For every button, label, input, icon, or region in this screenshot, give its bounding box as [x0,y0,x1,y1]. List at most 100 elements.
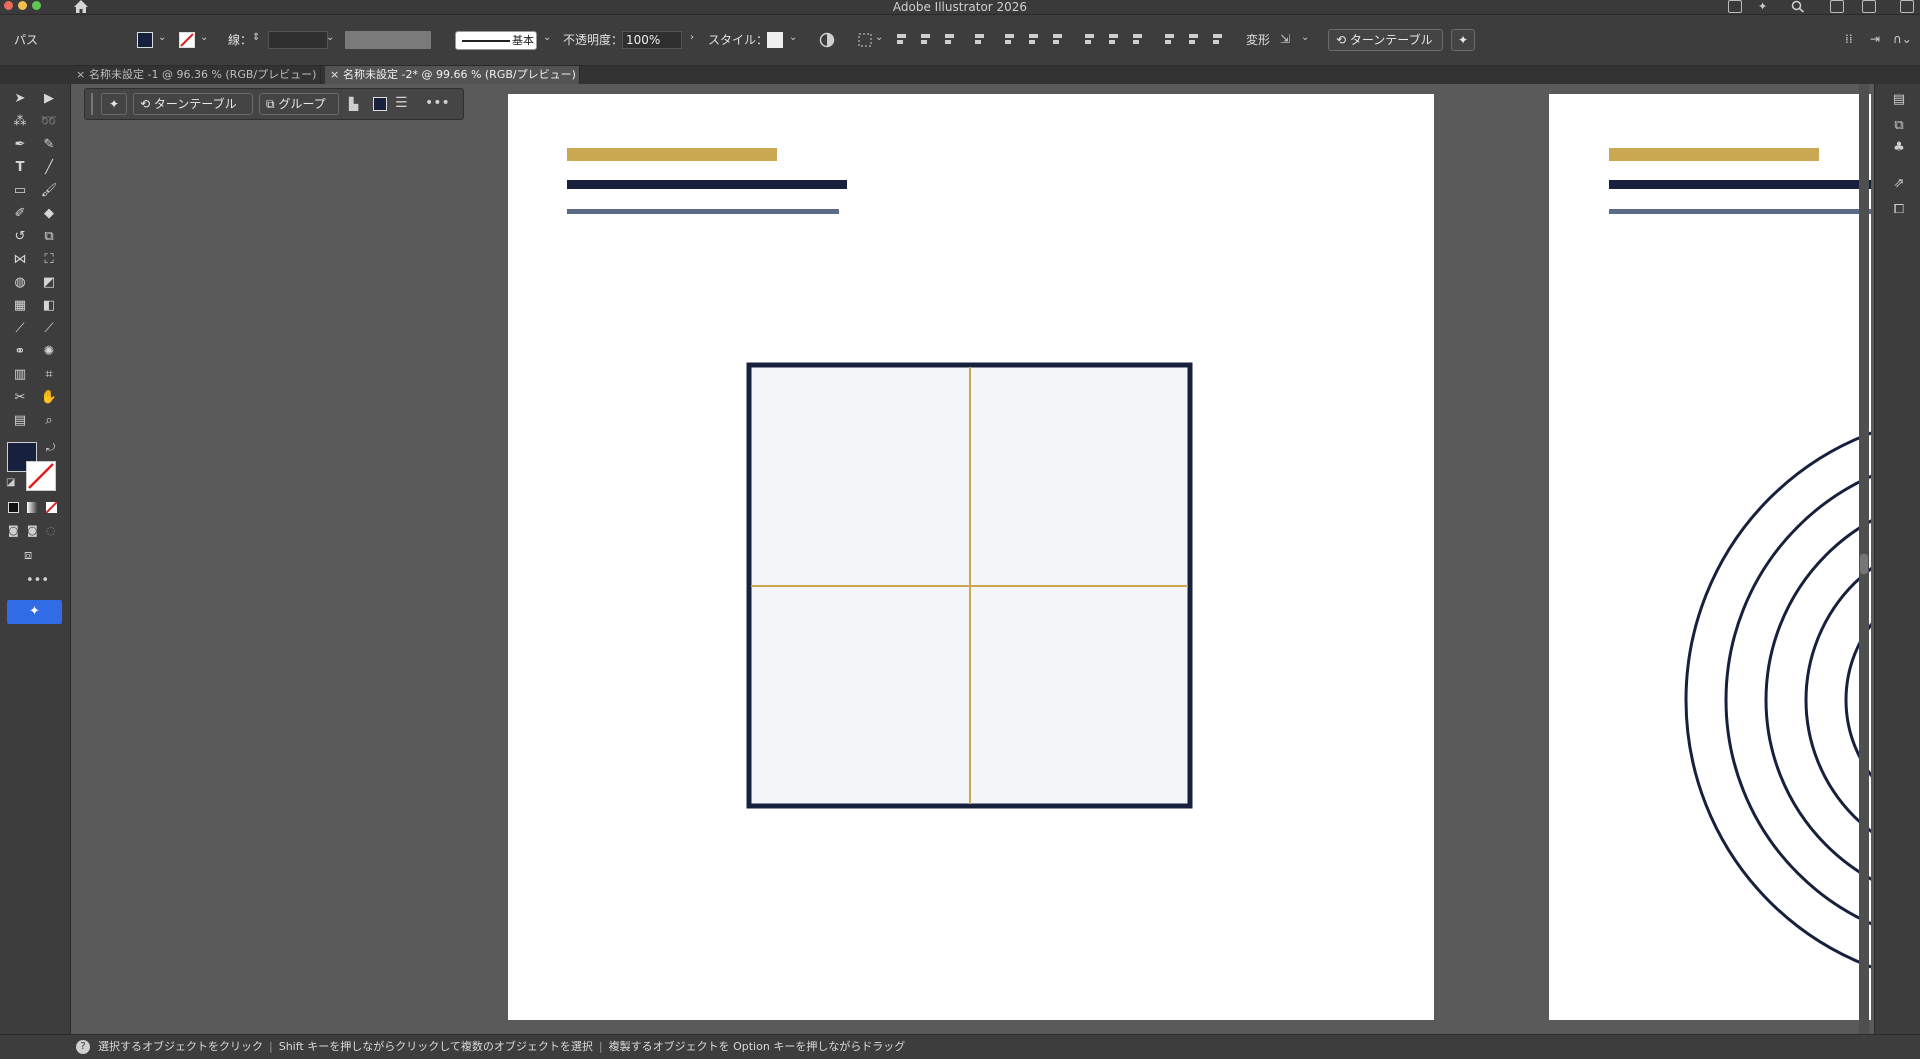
properties-toggle-icon[interactable]: ⇥ [1870,32,1880,46]
align-left-icon[interactable] [896,32,909,47]
width-tool-icon[interactable]: ⋈ [11,251,29,269]
properties-panel-icon[interactable]: ▤ [1891,92,1907,108]
lasso-tool-icon[interactable]: ➿ [40,113,58,131]
column-graph-tool-icon[interactable]: ▥ [11,366,29,384]
align-horizontal-center-icon[interactable] [920,32,933,47]
chevron-down-icon[interactable]: ⌄ [158,32,166,43]
align-top-icon[interactable] [1004,32,1017,47]
line-segment-tool-icon[interactable]: ╱ [40,159,58,177]
generative-ai-icon[interactable]: ✦ [101,93,127,115]
type-tool-icon[interactable]: T [11,159,29,177]
turntable-button[interactable]: ⟲ ターンテーブル [1328,29,1443,51]
toolbar-more-icon[interactable]: ∩⌄ [1893,32,1912,46]
direct-selection-tool-icon[interactable]: ▶ [40,90,58,108]
draw-inside-icon[interactable]: ◌ [46,524,56,537]
align-icon[interactable]: ▙ [349,97,358,111]
close-tab-icon[interactable]: × [76,66,85,84]
chevron-down-icon[interactable]: ⌄ [789,32,797,43]
print-tiling-tool-icon[interactable]: ▤ [11,412,29,430]
stroke-swatch[interactable] [179,32,195,48]
free-transform-tool-icon[interactable]: ⛶ [40,251,58,269]
distribute-right-icon[interactable] [1212,32,1225,47]
slice-tool-icon[interactable]: ✂ [11,389,29,407]
search-icon[interactable] [1791,0,1805,13]
fill-swatch[interactable] [373,97,387,111]
layers-panel-icon[interactable]: ⧉ [1891,118,1907,134]
scale-tool-icon[interactable]: ⧉ [40,228,58,246]
vertical-scrollbar-thumb[interactable] [1860,554,1868,574]
help-icon[interactable]: ? [76,1040,90,1054]
distribute-center-icon[interactable] [974,32,987,47]
opacity-input[interactable]: 100% [622,31,682,49]
rectangle-tool-icon[interactable]: ▭ [11,182,29,200]
swap-fill-stroke-icon[interactable]: ⤾ [46,441,55,455]
chevron-down-icon[interactable]: ⌄ [875,32,883,43]
distribute-top-icon[interactable] [1084,32,1097,47]
drag-handle[interactable] [91,93,93,115]
align-to-icon[interactable] [857,32,873,48]
close-tab-icon[interactable]: × [330,66,339,84]
generative-ai-icon[interactable]: ✦ [1451,29,1475,51]
tab-document-1[interactable]: × 名称未設定 -1 @ 96.36 % (RGB/プレビュー) [71,66,321,84]
chevron-down-icon[interactable]: ⌄ [543,32,551,43]
gradient-mode-icon[interactable] [27,502,38,513]
transform-icon[interactable]: ⇲ [1280,32,1290,46]
align-bottom-icon[interactable] [1052,32,1065,47]
chevron-down-icon[interactable]: ⌄ [1301,32,1309,43]
transform-label[interactable]: 変形 [1246,33,1270,47]
chevron-down-icon[interactable]: ⌄ [326,32,334,43]
graphic-style-swatch[interactable] [767,32,783,48]
recolor-artwork-icon[interactable] [819,32,835,48]
turntable-button[interactable]: ⟲ ターンテーブル [133,93,253,115]
libraries-panel-icon[interactable]: ♣ [1891,140,1907,156]
gradient-tool-icon[interactable]: ◧ [40,297,58,315]
pen-tool-icon[interactable]: ✒ [11,136,29,154]
fill-swatch[interactable] [137,32,153,48]
distribute-horizontal-center-icon[interactable] [1188,32,1201,47]
color-mode-icon[interactable] [8,502,19,513]
rotate-tool-icon[interactable]: ↺ [11,228,29,246]
panel-menu-icon[interactable]: ⁞⁞ [1845,32,1853,46]
stroke-color-swatch[interactable] [26,461,56,491]
measure-tool-icon[interactable]: ⟋ [40,320,58,338]
more-tools-icon[interactable]: ••• [26,573,49,588]
paintbrush-tool-icon[interactable]: 🖌 [40,182,58,200]
variable-width-profile[interactable] [345,31,431,49]
settings-icon[interactable] [1900,0,1914,13]
default-fill-stroke-icon[interactable]: ◪ [6,477,15,488]
draw-behind-icon[interactable]: ◙ [27,524,38,537]
none-mode-icon[interactable] [46,502,57,513]
blend-tool-icon[interactable]: ⚭ [11,343,29,361]
shaper-tool-icon[interactable]: ✐ [11,205,29,223]
distribute-bottom-icon[interactable] [1132,32,1145,47]
mesh-tool-icon[interactable]: ▦ [11,297,29,315]
distribute-vertical-center-icon[interactable] [1108,32,1121,47]
chevron-down-icon[interactable]: ⌄ [200,32,208,43]
tab-document-2[interactable]: × 名称未設定 -2* @ 99.66 % (RGB/プレビュー) [325,66,580,84]
more-options-icon[interactable]: ••• [425,95,450,111]
distribute-left-icon[interactable] [1164,32,1177,47]
perspective-grid-tool-icon[interactable]: ◩ [40,274,58,292]
zoom-tool-icon[interactable]: ⌕ [40,412,58,430]
shape-builder-tool-icon[interactable]: ◍ [11,274,29,292]
group-button[interactable]: ⧉ グループ [259,93,339,115]
workspace-icon[interactable] [1830,0,1844,13]
draw-normal-icon[interactable]: ◙ [8,524,19,537]
share-icon[interactable] [1728,0,1742,13]
stepper-icon[interactable]: ⇕ [252,32,260,43]
artboard-tool-icon[interactable]: ⌗ [40,366,58,384]
generative-tool-button[interactable]: ✦ [7,600,62,624]
screen-mode-icon[interactable]: ⧈ [24,548,32,563]
feature-icon[interactable]: ✦ [1758,0,1772,13]
curvature-tool-icon[interactable]: ✎ [40,136,58,154]
stroke-weight-input[interactable] [268,31,328,49]
brush-definition-dropdown[interactable]: 基本 [455,31,537,50]
canvas[interactable] [71,84,1871,1034]
chevron-right-icon[interactable]: › [690,32,694,43]
align-right-icon[interactable] [944,32,957,47]
magic-wand-tool-icon[interactable]: ⁂ [11,113,29,131]
export-icon[interactable]: ⇗ [1891,176,1907,192]
arrange-documents-icon[interactable] [1862,0,1876,13]
selection-tool-icon[interactable]: ➤ [11,90,29,108]
align-vertical-center-icon[interactable] [1028,32,1041,47]
